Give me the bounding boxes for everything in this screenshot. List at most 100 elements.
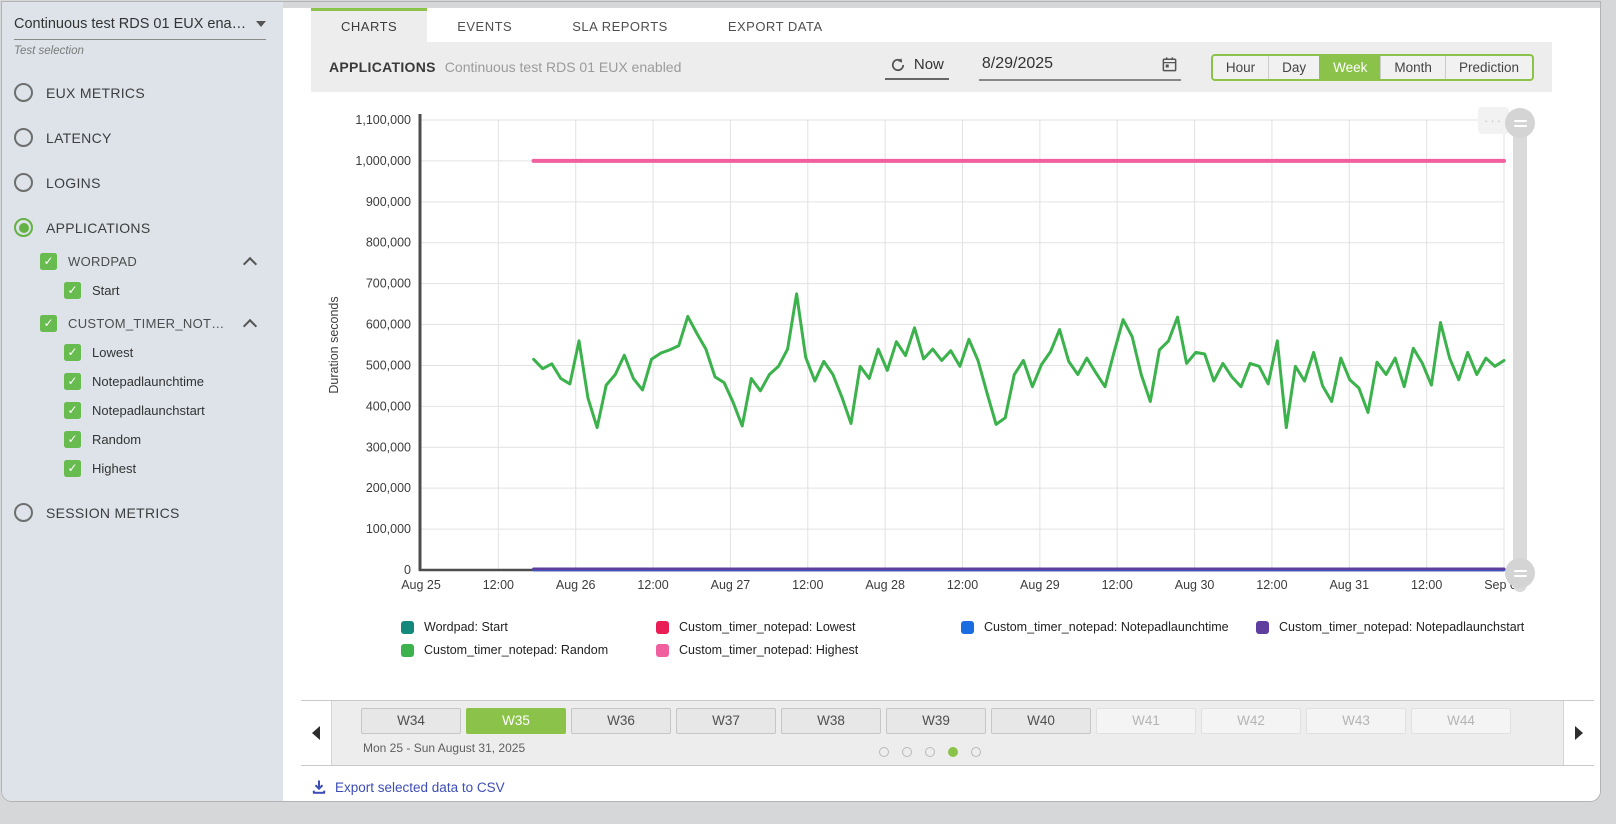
week-button-w34[interactable]: W34 [361, 708, 461, 734]
pager-dot-1[interactable] [879, 747, 889, 757]
svg-text:400,000: 400,000 [366, 399, 411, 413]
pager-dot-3[interactable] [925, 747, 935, 757]
weeks-next-button[interactable] [1563, 701, 1594, 765]
range-button-month[interactable]: Month [1380, 56, 1445, 79]
slider-handle-top[interactable] [1505, 108, 1535, 138]
week-button-w41: W41 [1096, 708, 1196, 734]
collapse-chevron-icon[interactable] [243, 319, 257, 333]
svg-text:0: 0 [404, 563, 411, 577]
sidebar-radio-latency[interactable]: LATENCY [14, 128, 271, 147]
legend-item-custom-timer-notepad-notepadlaunchstart[interactable]: Custom_timer_notepad: Notepadlaunchstart [1256, 620, 1524, 634]
chart-header-panel: APPLICATIONS Continuous test RDS 01 EUX … [311, 42, 1552, 92]
chart-legend: Wordpad: Start Custom_timer_notepad: Lowe… [401, 620, 1524, 657]
legend-item-custom-timer-notepad-lowest[interactable]: Custom_timer_notepad: Lowest [656, 620, 961, 634]
metric-lowest[interactable]: ✓ Lowest [64, 344, 271, 361]
collapse-chevron-icon[interactable] [243, 257, 257, 271]
refresh-icon [890, 57, 906, 73]
metric-label: Lowest [92, 345, 133, 360]
legend-label: Custom_timer_notepad: Random [424, 643, 608, 657]
metric-notepadlaunchstart[interactable]: ✓Notepadlaunchstart [64, 402, 271, 419]
date-input[interactable]: 8/29/2025 [979, 53, 1181, 81]
checkbox-icon[interactable]: ✓ [64, 402, 81, 419]
tab-charts[interactable]: CHARTS [311, 8, 427, 42]
radio-icon [14, 83, 33, 102]
app-window: Continuous test RDS 01 EUX ena… Test sel… [2, 2, 1600, 801]
sidebar-radio-applications[interactable]: APPLICATIONS [14, 218, 271, 237]
checkbox-icon[interactable]: ✓ [64, 460, 81, 477]
checkbox-icon[interactable]: ✓ [64, 282, 81, 299]
pager-dot-4[interactable] [948, 747, 958, 757]
sidebar: Continuous test RDS 01 EUX ena… Test sel… [2, 2, 283, 801]
chevron-down-icon [256, 21, 266, 27]
radio-label: SESSION METRICS [46, 505, 180, 521]
checkbox-icon[interactable]: ✓ [64, 373, 81, 390]
sidebar-radio-session-metrics[interactable]: SESSION METRICS [14, 503, 271, 522]
page-subtitle: Continuous test RDS 01 EUX enabled [445, 59, 682, 75]
metric-random[interactable]: ✓Random [64, 431, 271, 448]
tab-events[interactable]: EVENTS [427, 8, 542, 42]
week-button-w39[interactable]: W39 [886, 708, 986, 734]
test-selector-dropdown[interactable]: Continuous test RDS 01 EUX ena… [14, 16, 266, 40]
legend-swatch [961, 621, 974, 634]
checkbox-icon[interactable]: ✓ [40, 253, 57, 270]
y-zoom-slider[interactable] [1513, 112, 1527, 592]
radio-label: EUX METRICS [46, 85, 145, 101]
week-button-w37[interactable]: W37 [676, 708, 776, 734]
sidebar-radio-eux-metrics[interactable]: EUX METRICS [14, 83, 271, 102]
svg-text:Aug 26: Aug 26 [556, 578, 596, 592]
weeks-prev-button[interactable] [301, 701, 332, 765]
legend-label: Wordpad: Start [424, 620, 508, 634]
range-button-hour[interactable]: Hour [1213, 56, 1268, 79]
range-button-prediction[interactable]: Prediction [1445, 56, 1532, 79]
week-buttons: W34W35W36W37W38W39W40W41W42W43W44 [361, 708, 1511, 734]
legend-swatch [1256, 621, 1269, 634]
week-button-w38[interactable]: W38 [781, 708, 881, 734]
group-label: CUSTOM_TIMER_NOT… [68, 316, 225, 331]
radio-label: LOGINS [46, 175, 101, 191]
range-button-day[interactable]: Day [1268, 56, 1319, 79]
svg-text:12:00: 12:00 [483, 578, 514, 592]
checkbox-icon[interactable]: ✓ [40, 315, 57, 332]
svg-text:1,100,000: 1,100,000 [355, 113, 411, 127]
pager-dot-5[interactable] [971, 747, 981, 757]
svg-text:Aug 31: Aug 31 [1329, 578, 1369, 592]
week-button-w36[interactable]: W36 [571, 708, 671, 734]
legend-label: Custom_timer_notepad: Lowest [679, 620, 855, 634]
arrow-right-icon [1575, 726, 1583, 740]
svg-text:Aug 30: Aug 30 [1175, 578, 1215, 592]
group-custom-timer-not[interactable]: ✓ CUSTOM_TIMER_NOT… [40, 315, 271, 332]
radio-label: APPLICATIONS [46, 220, 150, 236]
checkbox-icon[interactable]: ✓ [64, 344, 81, 361]
metric-start[interactable]: ✓Start [64, 282, 271, 299]
checkbox-icon[interactable]: ✓ [64, 431, 81, 448]
refresh-now-button[interactable]: Now [885, 54, 949, 80]
metric-highest[interactable]: ✓Highest [64, 460, 271, 477]
legend-item-custom-timer-notepad-random[interactable]: Custom_timer_notepad: Random [401, 643, 656, 657]
sidebar-radio-logins[interactable]: LOGINS [14, 173, 271, 192]
svg-text:100,000: 100,000 [366, 522, 411, 536]
week-button-w35[interactable]: W35 [466, 708, 566, 734]
metric-notepadlaunchtime[interactable]: ✓Notepadlaunchtime [64, 373, 271, 390]
radio-icon [14, 173, 33, 192]
calendar-icon [1161, 56, 1178, 73]
legend-item-wordpad-start[interactable]: Wordpad: Start [401, 620, 656, 634]
legend-item-custom-timer-notepad-highest[interactable]: Custom_timer_notepad: Highest [656, 643, 961, 657]
svg-text:200,000: 200,000 [366, 481, 411, 495]
tab-export-data[interactable]: EXPORT DATA [698, 8, 853, 42]
range-button-week[interactable]: Week [1319, 56, 1380, 79]
week-button-w40[interactable]: W40 [991, 708, 1091, 734]
pager-dot-2[interactable] [902, 747, 912, 757]
legend-item-custom-timer-notepad-notepadlaunchtime[interactable]: Custom_timer_notepad: Notepadlaunchtime [961, 620, 1256, 634]
tab-bar: CHARTSEVENTSSLA REPORTSEXPORT DATA [283, 8, 1600, 42]
week-button-w42: W42 [1201, 708, 1301, 734]
tab-sla-reports[interactable]: SLA REPORTS [542, 8, 698, 42]
svg-text:500,000: 500,000 [366, 358, 411, 372]
export-csv-link[interactable]: Export selected data to CSV [311, 779, 505, 795]
svg-text:12:00: 12:00 [792, 578, 823, 592]
range-button-group: HourDayWeekMonthPrediction [1211, 54, 1534, 81]
group-wordpad[interactable]: ✓WORDPAD [40, 253, 271, 270]
download-icon [311, 779, 327, 795]
week-range-label: Mon 25 - Sun August 31, 2025 [363, 741, 525, 755]
radio-label: LATENCY [46, 130, 112, 146]
slider-handle-bottom[interactable] [1505, 558, 1535, 588]
